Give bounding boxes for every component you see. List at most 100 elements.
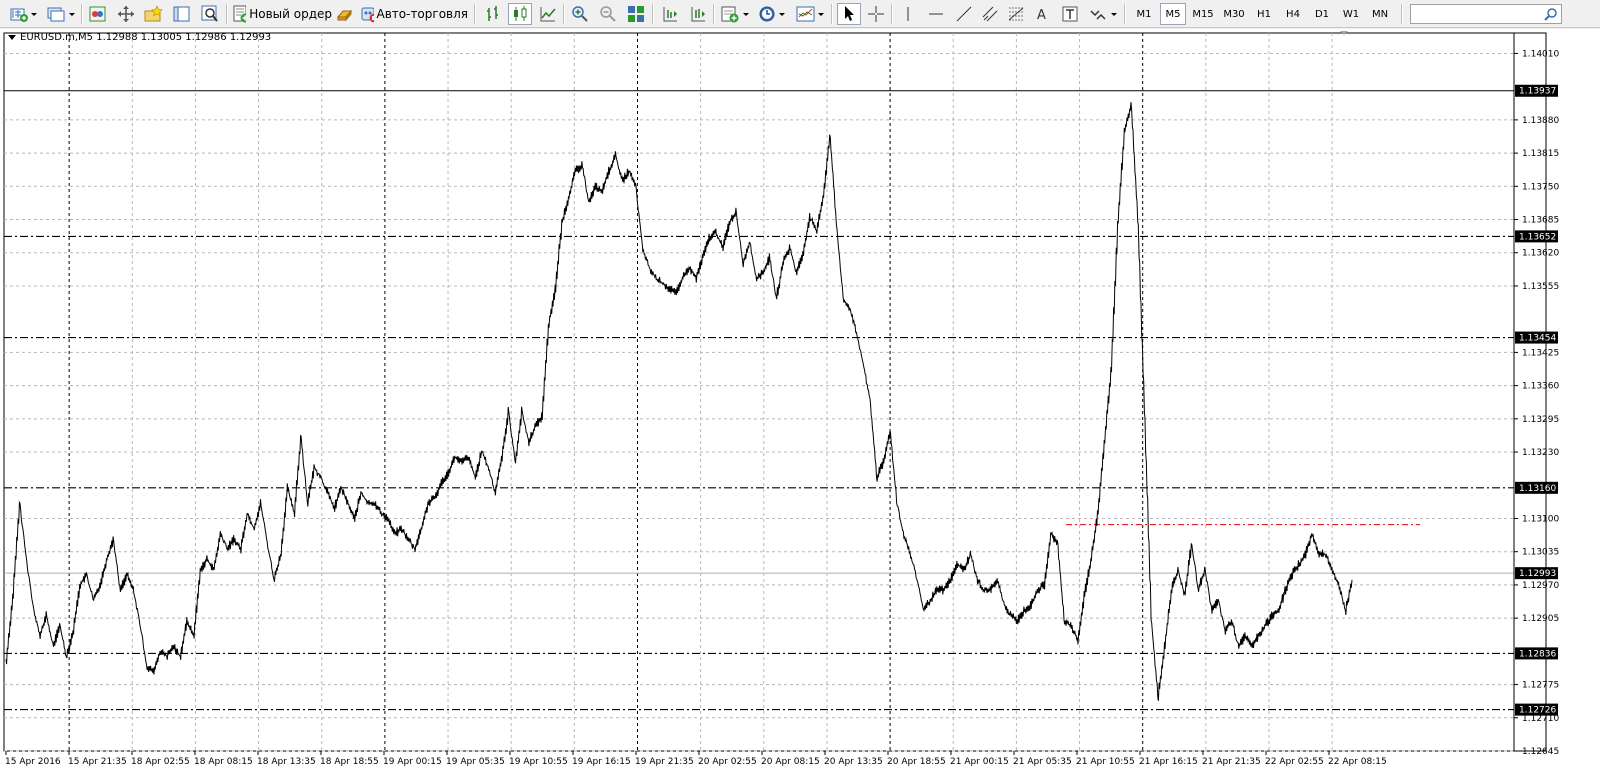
timeframe-h4-button[interactable]: H4 <box>1280 3 1306 25</box>
fibonacci-tool-button[interactable] <box>1004 3 1028 25</box>
star-folder-icon <box>144 5 163 22</box>
x-tick-label: 21 Apr 16:15 <box>1139 757 1198 767</box>
indicators-button[interactable] <box>718 3 752 25</box>
collapse-triangle-icon <box>8 34 16 40</box>
timeframe-mn-button[interactable]: MN <box>1366 3 1394 25</box>
favorites-button[interactable] <box>142 3 166 25</box>
zoom-out-icon <box>600 6 616 22</box>
market-watch-button[interactable] <box>86 3 110 25</box>
x-tick-label: 19 Apr 16:15 <box>572 757 631 767</box>
x-tick-label: 19 Apr 05:35 <box>446 757 505 767</box>
chart-background <box>0 29 1600 775</box>
y-tick-label: 1.13230 <box>1522 448 1559 458</box>
toolbar-separator <box>713 4 715 24</box>
x-tick-label: 19 Apr 10:55 <box>509 757 568 767</box>
x-tick-label: 18 Apr 08:15 <box>194 757 253 767</box>
candlestick-chart-button[interactable] <box>508 3 532 25</box>
periods-button[interactable] <box>756 3 790 25</box>
line-chart-icon <box>540 7 556 22</box>
line-chart-button[interactable] <box>536 3 560 25</box>
magnifier-chart-icon <box>201 5 218 22</box>
profiles-button[interactable] <box>44 3 78 25</box>
text-label-icon <box>1062 6 1078 22</box>
timeframe-m5-button[interactable]: M5 <box>1160 3 1186 25</box>
y-tick-label: 1.13880 <box>1522 116 1559 126</box>
y-tick-label: 1.13360 <box>1522 382 1559 392</box>
arrows-tool-button[interactable] <box>1086 3 1120 25</box>
timeframe-m1-button[interactable]: M1 <box>1131 3 1157 25</box>
navigator-button[interactable] <box>114 3 138 25</box>
profiles-icon <box>47 7 75 22</box>
new-order-label: Новый ордер <box>249 7 332 21</box>
new-order-icon <box>233 5 247 23</box>
timeframe-w1-button[interactable]: W1 <box>1338 3 1364 25</box>
search-input[interactable] <box>1414 6 1543 24</box>
y-tick-label: 1.14010 <box>1522 49 1559 59</box>
toolbar-separator <box>563 4 565 24</box>
indicators-icon <box>721 6 749 23</box>
text-icon: A <box>1037 8 1046 23</box>
chart-shift-button[interactable] <box>658 3 682 25</box>
autoscroll-button[interactable] <box>686 3 710 25</box>
text-label-tool-button[interactable] <box>1058 3 1082 25</box>
new-chart-button[interactable] <box>6 3 40 25</box>
text-tool-button[interactable]: A <box>1030 3 1054 25</box>
x-tick-label: 20 Apr 18:55 <box>887 757 946 767</box>
main-toolbar: Новый ордер Авто-торговля A M1 M5 M15 M3… <box>0 0 1600 28</box>
autotrading-label: Авто-торговля <box>376 7 469 21</box>
symbol-ohlc: EURUSD.m,M5 1.12988 1.13005 1.12986 1.12… <box>20 32 272 43</box>
tile-windows-button[interactable] <box>624 3 648 25</box>
x-tick-label: 21 Apr 00:15 <box>950 757 1009 767</box>
equidistant-channel-tool-button[interactable] <box>978 3 1002 25</box>
market-button[interactable] <box>334 3 356 25</box>
y-tick-label: 1.13685 <box>1522 216 1559 226</box>
x-tick-label: 19 Apr 21:35 <box>635 757 694 767</box>
search-box <box>1410 4 1562 24</box>
trendline-tool-button[interactable] <box>952 3 976 25</box>
zoom-out-button[interactable] <box>596 3 620 25</box>
timeframe-m15-button[interactable]: M15 <box>1189 3 1217 25</box>
y-tick-label: 1.13425 <box>1522 348 1559 358</box>
toolbar-separator <box>81 4 83 24</box>
autoscroll-icon <box>691 7 705 22</box>
zoom-in-button[interactable] <box>568 3 592 25</box>
toolbar-separator <box>1124 4 1126 24</box>
search-icon[interactable] <box>1544 7 1558 21</box>
fibonacci-icon <box>1008 7 1024 21</box>
strategy-tester-button[interactable] <box>198 3 222 25</box>
vertical-line-icon <box>907 7 909 21</box>
cursor-arrow-icon <box>845 6 854 21</box>
autotrading-button[interactable]: Авто-торговля <box>360 3 468 25</box>
bar-chart-icon <box>487 6 498 21</box>
cursor-tool-button[interactable] <box>837 3 861 25</box>
toolbar-separator <box>891 4 893 24</box>
templates-button[interactable] <box>794 3 828 25</box>
timeframe-d1-button[interactable]: D1 <box>1309 3 1335 25</box>
arrows-icon <box>1090 10 1117 20</box>
horizontal-line-tool-button[interactable] <box>924 3 948 25</box>
x-tick-label: 20 Apr 08:15 <box>761 757 820 767</box>
y-tick-label: 1.13100 <box>1522 514 1559 524</box>
toolbar-separator <box>1401 4 1403 24</box>
new-order-button[interactable]: Новый ордер <box>232 3 332 25</box>
crosshair-tool-button[interactable] <box>864 3 888 25</box>
toolbar-separator <box>652 4 654 24</box>
x-tick-label: 18 Apr 13:35 <box>257 757 316 767</box>
timeframe-h1-button[interactable]: H1 <box>1251 3 1277 25</box>
clock-icon <box>759 6 785 22</box>
y-tick-label: 1.13555 <box>1522 282 1559 292</box>
vertical-line-tool-button[interactable] <box>896 3 920 25</box>
toolbar-separator <box>474 4 476 24</box>
chart-window[interactable]: 1.14010 1.13880 1.13815 1.13750 1.13685 1.136… <box>0 29 1600 775</box>
price-chart[interactable]: 1.14010 1.13880 1.13815 1.13750 1.13685 1.136… <box>0 29 1600 775</box>
terminal-button[interactable] <box>170 3 194 25</box>
x-tick-label: 21 Apr 10:55 <box>1076 757 1135 767</box>
toolbar-separator <box>831 4 833 24</box>
timeframe-m30-button[interactable]: M30 <box>1220 3 1248 25</box>
x-tick-label: 18 Apr 02:55 <box>131 757 190 767</box>
bar-chart-button[interactable] <box>481 3 505 25</box>
toolbar-separator <box>226 4 228 24</box>
zoom-in-icon <box>572 6 588 22</box>
candlestick-icon <box>514 6 527 21</box>
x-tick-label: 22 Apr 02:55 <box>1265 757 1324 767</box>
